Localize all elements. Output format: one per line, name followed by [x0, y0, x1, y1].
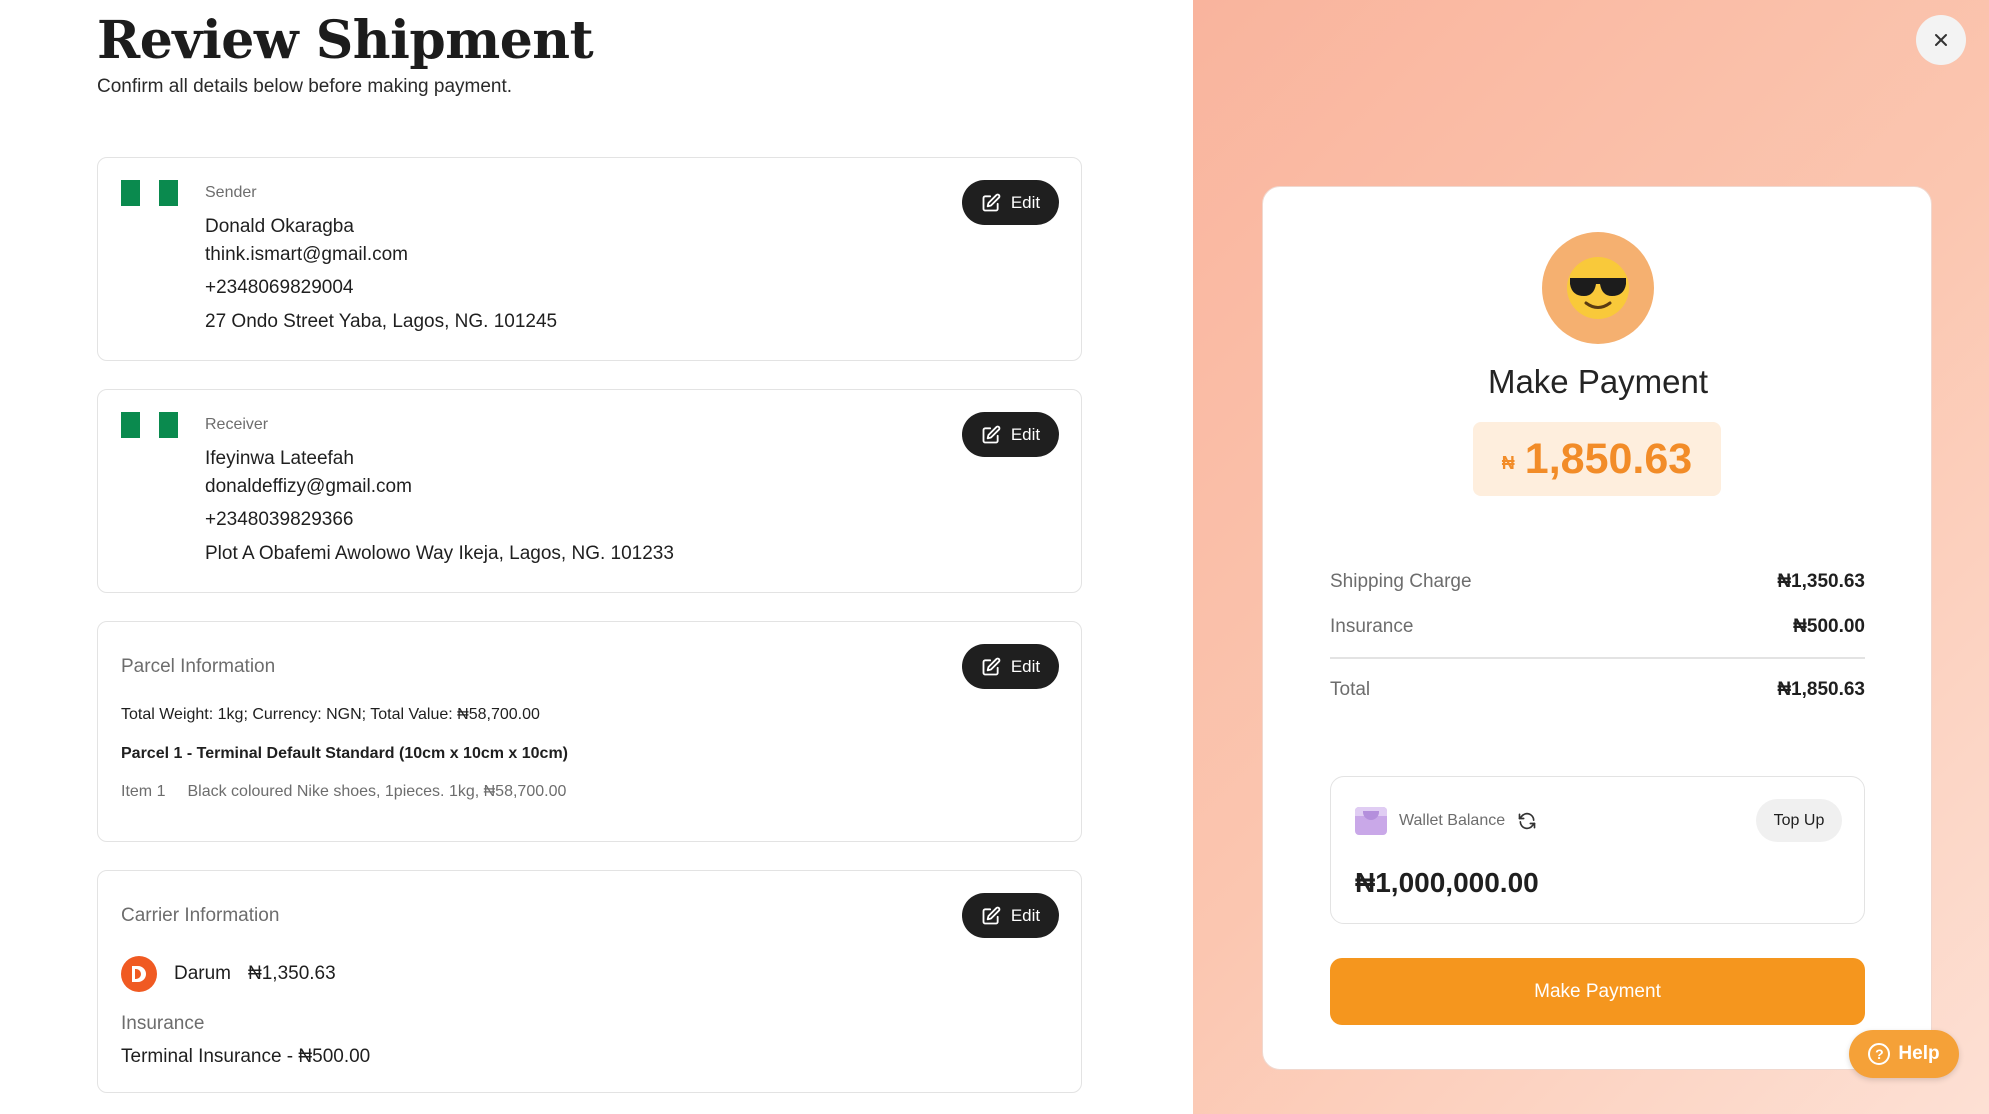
help-icon: ? [1868, 1043, 1891, 1065]
parcel-title: Parcel Information [121, 656, 276, 677]
top-up-button[interactable]: Top Up [1756, 799, 1842, 842]
payment-card: Make Payment ₦ 1,850.63 Shipping Charge … [1262, 186, 1932, 1070]
receiver-label: Receiver [205, 416, 269, 433]
carrier-row: Darum ₦1,350.63 [121, 956, 336, 992]
sender-name: Donald Okaragba [205, 216, 354, 237]
wallet-label: Wallet Balance [1399, 812, 1506, 829]
wallet-icon [1355, 807, 1387, 835]
payment-amount: 1,850.63 [1524, 434, 1693, 483]
payment-amount-box: ₦ 1,850.63 [1473, 422, 1721, 496]
fee-value: ₦1,350.63 [1777, 571, 1865, 592]
edit-label: Edit [1010, 424, 1041, 444]
total-value: ₦1,850.63 [1777, 679, 1865, 700]
receiver-email: donaldeffizy@gmail.com [205, 476, 412, 497]
sender-phone: +2348069829004 [205, 277, 354, 298]
currency-symbol: ₦ [1501, 452, 1515, 473]
edit-receiver-button[interactable]: Edit [962, 412, 1059, 457]
receiver-card: Receiver Ifeyinwa Lateefah donaldeffizy@… [97, 389, 1082, 593]
edit-icon [982, 193, 1001, 211]
page-subtitle: Confirm all details below before making … [97, 76, 513, 97]
fee-row-total: Total ₦1,850.63 [1330, 679, 1865, 701]
edit-icon [982, 425, 1001, 443]
carrier-name: Darum [174, 963, 232, 984]
sunglasses-emoji-icon [1542, 232, 1654, 344]
sender-address: 27 Ondo Street Yaba, Lagos, NG. 101245 [205, 311, 558, 332]
edit-label: Edit [1010, 905, 1041, 925]
sender-email: think.ismart@gmail.com [205, 244, 408, 265]
sender-card: Sender Donald Okaragba think.ismart@gmai… [97, 157, 1082, 361]
fee-divider [1330, 657, 1865, 659]
nigeria-flag-icon [121, 180, 178, 206]
fee-value: ₦500.00 [1793, 616, 1865, 637]
parcel-item-row: Item 1 Black coloured Nike shoes, 1piece… [121, 783, 566, 801]
total-label: Total [1330, 679, 1371, 700]
receiver-address: Plot A Obafemi Awolowo Way Ikeja, Lagos,… [205, 543, 674, 564]
close-icon [1935, 34, 1947, 46]
edit-label: Edit [1010, 656, 1041, 676]
parcel-summary: Total Weight: 1kg; Currency: NGN; Total … [121, 706, 540, 723]
edit-sender-button[interactable]: Edit [962, 180, 1059, 225]
edit-parcel-button[interactable]: Edit [962, 644, 1059, 689]
parcel-card: Parcel Information Total Weight: 1kg; Cu… [97, 621, 1082, 842]
receiver-phone: +2348039829366 [205, 509, 354, 530]
edit-label: Edit [1010, 192, 1041, 212]
insurance-value: Terminal Insurance - ₦500.00 [121, 1046, 371, 1067]
close-button[interactable] [1916, 15, 1966, 65]
parcel-name: Parcel 1 - Terminal Default Standard (10… [121, 745, 569, 762]
fee-row-shipping: Shipping Charge ₦1,350.63 [1330, 571, 1865, 593]
carrier-title: Carrier Information [121, 905, 280, 926]
carrier-price: ₦1,350.63 [248, 963, 336, 984]
help-button[interactable]: ? Help [1849, 1030, 1959, 1078]
carrier-card: Carrier Information Darum ₦1,350.63 Insu… [97, 870, 1082, 1093]
nigeria-flag-icon [121, 412, 178, 438]
help-label: Help [1898, 1043, 1940, 1064]
sender-label: Sender [205, 184, 257, 201]
fee-row-insurance: Insurance ₦500.00 [1330, 616, 1865, 638]
refresh-icon[interactable] [1517, 811, 1537, 831]
carrier-logo-icon [121, 956, 157, 992]
item-label: Item 1 [121, 783, 166, 800]
item-description: Black coloured Nike shoes, 1pieces. 1kg,… [187, 783, 567, 800]
make-payment-button[interactable]: Make Payment [1330, 958, 1865, 1025]
wallet-balance-amount: ₦1,000,000.00 [1355, 867, 1539, 898]
payment-title: Make Payment [1487, 363, 1709, 400]
edit-carrier-button[interactable]: Edit [962, 893, 1059, 938]
edit-icon [982, 657, 1001, 675]
fee-label: Shipping Charge [1330, 571, 1472, 592]
receiver-name: Ifeyinwa Lateefah [205, 448, 354, 469]
page-title: Review Shipment [97, 10, 594, 71]
wallet-header: Wallet Balance [1355, 807, 1537, 835]
fee-label: Insurance [1330, 616, 1414, 637]
insurance-label: Insurance [121, 1013, 205, 1034]
wallet-balance-box: Wallet Balance Top Up ₦1,000,000.00 [1330, 776, 1865, 924]
edit-icon [982, 906, 1001, 924]
shipment-review-panel: Review Shipment Confirm all details belo… [0, 0, 1193, 1114]
